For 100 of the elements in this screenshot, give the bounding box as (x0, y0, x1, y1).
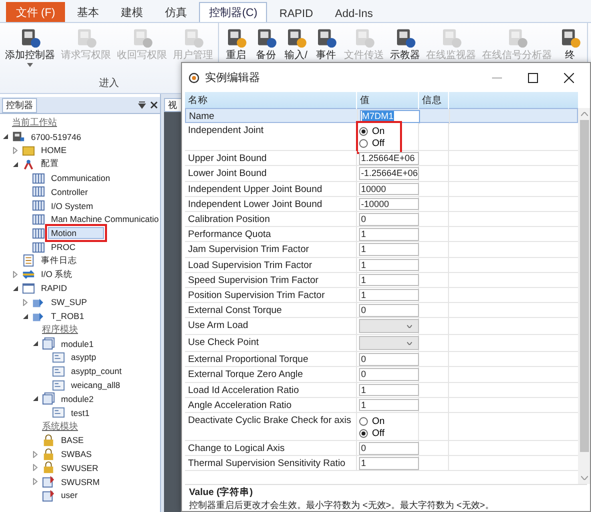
menu-tab[interactable]: 基本 (67, 2, 110, 22)
property-row[interactable]: Upper Joint Bound 1.25664E+06 (185, 151, 578, 166)
property-row[interactable]: External Const Torque 0 (185, 303, 578, 318)
value-field[interactable]: 1 (359, 228, 419, 241)
ribbon-button[interactable]: 重启 (223, 26, 249, 61)
ribbon-button[interactable]: 示教器 (389, 26, 421, 61)
expand-arrow-icon[interactable] (22, 298, 29, 306)
property-row[interactable]: Load Supervision Trim Factor 1 (185, 258, 578, 273)
scroll-down-icon[interactable] (580, 476, 588, 480)
property-row[interactable]: Angle Acceleration Ratio 1 (185, 398, 578, 413)
selected-row[interactable]: Name M7DM1 (185, 108, 578, 124)
menu-tab[interactable]: RAPID (269, 5, 324, 22)
property-row[interactable]: Independent Lower Joint Bound -10000 (185, 196, 578, 212)
tree-item[interactable]: BASE (58, 434, 87, 446)
tree-item[interactable]: SW_SUP (48, 296, 90, 308)
value-field[interactable]: 0 (359, 353, 419, 366)
value-field[interactable]: 1 (359, 258, 419, 272)
tree-item[interactable]: asyptp (68, 351, 100, 364)
radio-option[interactable]: Off (359, 428, 385, 439)
expand-arrow-icon[interactable] (32, 450, 39, 458)
tree-item[interactable]: module2 (58, 392, 97, 405)
expand-arrow-icon[interactable] (32, 478, 39, 486)
collapse-arrow-icon[interactable] (32, 395, 39, 402)
panel-tab[interactable]: 控制器 (2, 98, 37, 112)
property-row[interactable]: Independent Upper Joint Bound 10000 (185, 182, 578, 197)
value-dropdown[interactable] (359, 336, 419, 350)
menu-tab[interactable]: 建模 (111, 2, 154, 22)
tree-item[interactable]: I/O System (48, 200, 96, 212)
tree-item[interactable]: SWUSER (58, 462, 102, 474)
property-row[interactable]: External Proportional Torque 0 (185, 352, 578, 368)
menu-tab[interactable]: 控制器(C) (199, 2, 268, 22)
value-field[interactable]: 1 (359, 384, 419, 396)
value-field[interactable]: 1 (359, 243, 419, 256)
expand-arrow-icon[interactable] (12, 146, 19, 154)
scrollbar[interactable] (578, 108, 590, 484)
tree-item[interactable]: 事件日志 (38, 254, 80, 268)
value-field[interactable]: 1 (359, 457, 419, 470)
value-field[interactable]: 0 (359, 368, 419, 382)
value-field[interactable]: 1 (359, 288, 419, 302)
collapse-arrow-icon[interactable] (32, 340, 39, 348)
value-field[interactable]: -10000 (359, 198, 419, 210)
tree-item[interactable]: T_ROB1 (48, 310, 88, 322)
tree-item[interactable]: user (58, 489, 81, 502)
value-field[interactable]: 10000 (359, 182, 419, 196)
close-icon[interactable] (150, 101, 158, 109)
property-row[interactable]: Change to Logical Axis 0 (185, 441, 578, 456)
radio-option[interactable]: On (359, 416, 385, 427)
menu-tab[interactable]: 仿真 (155, 2, 198, 22)
collapse-arrow-icon[interactable] (12, 284, 19, 292)
value-field[interactable]: 1 (359, 398, 419, 412)
tree-item[interactable]: module1 (58, 338, 97, 350)
property-row[interactable]: Lower Joint Bound -1.25664E+06 (185, 166, 578, 182)
tree-item[interactable]: RAPID (38, 282, 70, 294)
tree-item[interactable]: asyptp_count (68, 365, 125, 378)
radio-option[interactable]: Off (359, 138, 385, 150)
tree-item[interactable]: I/O 系统 (38, 268, 76, 282)
dropdown-icon[interactable] (138, 101, 146, 109)
tree-item[interactable]: 配置 (38, 157, 62, 172)
property-row[interactable]: Speed Supervision Trim Factor 1 (185, 272, 578, 288)
ribbon-button[interactable]: 添加控制器 (4, 26, 56, 67)
menu-tab[interactable]: 文件 (F) (6, 2, 66, 22)
tree-item[interactable]: 6700-519746 (28, 130, 84, 143)
ribbon-button[interactable]: 事件 (313, 26, 339, 61)
menu-tab[interactable]: Add-Ins (325, 5, 383, 22)
value-field[interactable]: -1.25664E+06 (359, 167, 419, 180)
tree-item[interactable]: Motion (48, 227, 104, 240)
tree-item[interactable]: test1 (68, 406, 92, 419)
property-row[interactable]: Position Supervision Trim Factor 1 (185, 288, 578, 304)
ribbon-button[interactable]: 输入/ (283, 26, 309, 61)
value-field[interactable]: 0 (359, 304, 419, 317)
value-field[interactable]: 0 (359, 442, 419, 455)
property-row[interactable]: Jam Supervision Trim Factor 1 (185, 242, 578, 258)
value-field[interactable]: 1 (359, 274, 419, 286)
property-row[interactable]: Performance Quota 1 (185, 227, 578, 242)
expand-arrow-icon[interactable] (12, 271, 19, 278)
ribbon-button[interactable]: 终 (557, 26, 583, 61)
tree-item[interactable]: weicang_all8 (68, 379, 124, 392)
collapse-arrow-icon[interactable] (22, 312, 29, 320)
tree-item[interactable]: Communication (48, 172, 114, 184)
tree-item[interactable]: SWUSRM (58, 476, 103, 488)
radio-option[interactable]: On (359, 126, 385, 138)
property-row[interactable]: Use Arm Load (185, 318, 578, 336)
ribbon-button[interactable]: 备份 (253, 26, 279, 61)
property-row[interactable]: Use Check Point (185, 335, 578, 352)
tree-item[interactable]: Man Machine Communicatio (48, 213, 162, 226)
value-field[interactable]: 1.25664E+06 (359, 152, 419, 165)
scroll-up-icon[interactable] (580, 112, 588, 116)
tree-item[interactable]: PROC (48, 241, 79, 254)
tree-item[interactable]: HOME (38, 144, 70, 156)
value-field[interactable]: 0 (359, 212, 419, 226)
tree-item[interactable]: Controller (48, 186, 91, 198)
property-row[interactable]: Thermal Supervision Sensitivity Ratio 1 (185, 456, 578, 472)
property-row[interactable]: Calibration Position 0 (185, 212, 578, 228)
collapse-arrow-icon[interactable] (2, 133, 9, 140)
collapse-arrow-icon[interactable] (12, 160, 19, 168)
property-row[interactable]: Load Id Acceleration Ratio 1 (185, 382, 578, 398)
expand-arrow-icon[interactable] (32, 464, 39, 472)
tree-item[interactable]: SWBAS (58, 448, 95, 460)
value-dropdown[interactable] (359, 319, 419, 334)
property-row[interactable]: External Torque Zero Angle 0 (185, 367, 578, 383)
